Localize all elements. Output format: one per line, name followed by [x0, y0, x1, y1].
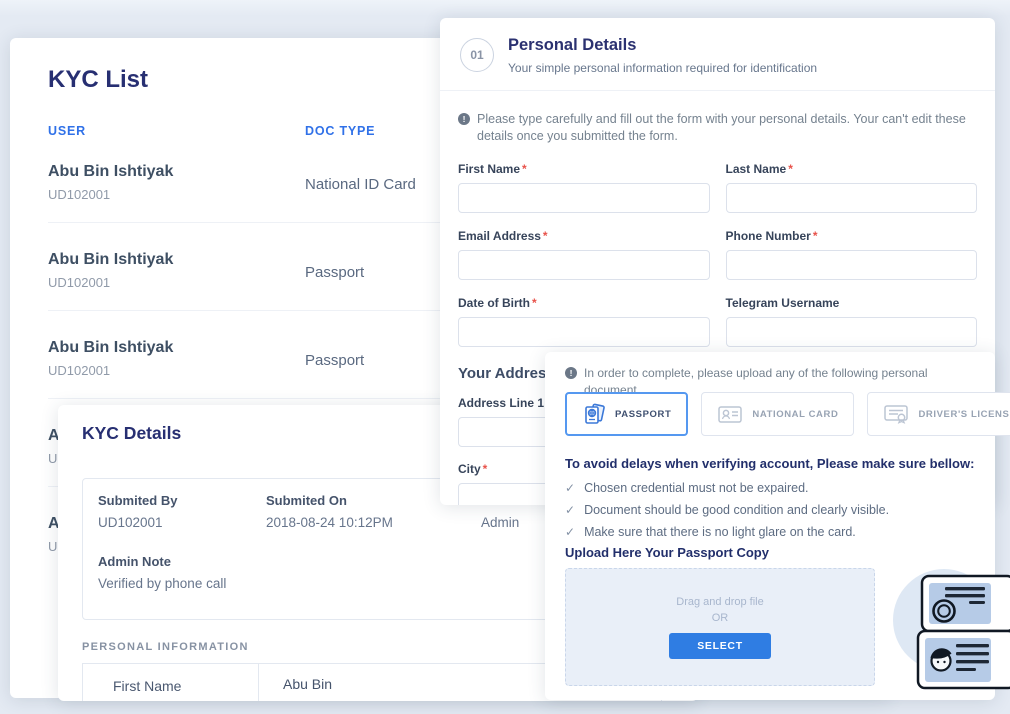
- personal-details-subtitle: Your simple personal information require…: [508, 61, 817, 75]
- checklist-item: ✓ Document should be good condition and …: [565, 503, 889, 517]
- form-note: ! Please type carefully and fill out the…: [458, 111, 986, 145]
- check-icon: ✓: [565, 481, 575, 495]
- upload-section-title: Upload Here Your Passport Copy: [565, 545, 769, 560]
- first-name-field-group: First Name*: [458, 162, 710, 213]
- form-note-text: Please type carefully and fill out the f…: [477, 111, 986, 145]
- column-header-user[interactable]: USER: [48, 124, 86, 138]
- table-field-label: First Name: [83, 664, 259, 701]
- city-label: City: [458, 462, 481, 476]
- verify-warning-title: To avoid delays when verifying account, …: [565, 456, 974, 471]
- doc-type-national-card-button[interactable]: NATIONAL CARD: [701, 392, 854, 436]
- id-cards-illustration: [893, 556, 1010, 708]
- info-icon: !: [458, 113, 470, 125]
- submitted-by: Submited By UD102001: [98, 493, 177, 530]
- last-name-label: Last Name: [726, 162, 787, 176]
- required-mark: *: [532, 296, 537, 310]
- telegram-field-group: Telegram Username: [726, 296, 978, 347]
- submitted-on: Submited On 2018-08-24 10:12PM: [266, 493, 393, 530]
- divider: [440, 90, 995, 91]
- dropzone-hint: Drag and drop file: [676, 596, 763, 608]
- check-icon: ✓: [565, 503, 575, 517]
- id-card-graphic: [918, 631, 1010, 688]
- phone-label: Phone Number: [726, 229, 811, 243]
- drivers-license-icon: [883, 403, 909, 425]
- telegram-label: Telegram Username: [726, 296, 840, 310]
- phone-field-group: Phone Number*: [726, 229, 978, 280]
- doc-type-drivers-license-button[interactable]: DRIVER'S LICENSE: [867, 392, 1010, 436]
- dob-field-group: Date of Birth*: [458, 296, 710, 347]
- last-name-field-group: Last Name*: [726, 162, 978, 213]
- doc-type: Passport: [305, 352, 364, 369]
- personal-information-section-label: PERSONAL INFORMATION: [82, 641, 249, 653]
- doc-type: Passport: [305, 264, 364, 281]
- required-mark: *: [522, 162, 527, 176]
- checklist-item: ✓ Make sure that there is no light glare…: [565, 525, 889, 539]
- file-dropzone[interactable]: Drag and drop file OR SELECT: [565, 568, 875, 686]
- passport-card-graphic: [922, 576, 1010, 631]
- info-icon: !: [565, 367, 577, 379]
- personal-details-form: First Name* Last Name* Email Address* Ph…: [458, 162, 977, 347]
- telegram-input[interactable]: [726, 317, 978, 347]
- required-mark: *: [788, 162, 793, 176]
- dropzone-or: OR: [712, 612, 729, 624]
- phone-input[interactable]: [726, 250, 978, 280]
- column-header-doc-type[interactable]: DOC TYPE: [305, 124, 375, 138]
- step-number-badge: 01: [460, 38, 494, 72]
- kyc-list-title: KYC List: [48, 66, 148, 94]
- doc-type-selector: PASSPORT NATIONAL CARD: [565, 392, 975, 436]
- dob-label: Date of Birth: [458, 296, 530, 310]
- kyc-details-title: KYC Details: [82, 423, 181, 444]
- required-mark: *: [543, 229, 548, 243]
- email-input[interactable]: [458, 250, 710, 280]
- required-mark: *: [483, 462, 488, 476]
- check-icon: ✓: [565, 525, 575, 539]
- passport-icon: [582, 402, 606, 426]
- last-name-input[interactable]: [726, 183, 978, 213]
- checklist-item: ✓ Chosen credential must not be expaired…: [565, 481, 889, 495]
- email-field-group: Email Address*: [458, 229, 710, 280]
- admin-note: Admin Note Verified by phone call: [98, 554, 226, 591]
- first-name-label: First Name: [458, 162, 520, 176]
- address-section-title: Your Address: [458, 365, 555, 382]
- national-card-icon: [717, 403, 743, 425]
- select-file-button[interactable]: SELECT: [669, 633, 771, 659]
- dob-input[interactable]: [458, 317, 710, 347]
- table-field-value: Abu Bin: [259, 664, 332, 701]
- doc-type: National ID Card: [305, 176, 416, 193]
- doc-type-passport-button[interactable]: PASSPORT: [565, 392, 688, 436]
- required-mark: *: [813, 229, 818, 243]
- address-line-1-label: Address Line 1: [458, 396, 544, 410]
- verify-checklist: ✓ Chosen credential must not be expaired…: [565, 481, 889, 547]
- first-name-input[interactable]: [458, 183, 710, 213]
- email-label: Email Address: [458, 229, 541, 243]
- personal-details-title: Personal Details: [508, 36, 636, 55]
